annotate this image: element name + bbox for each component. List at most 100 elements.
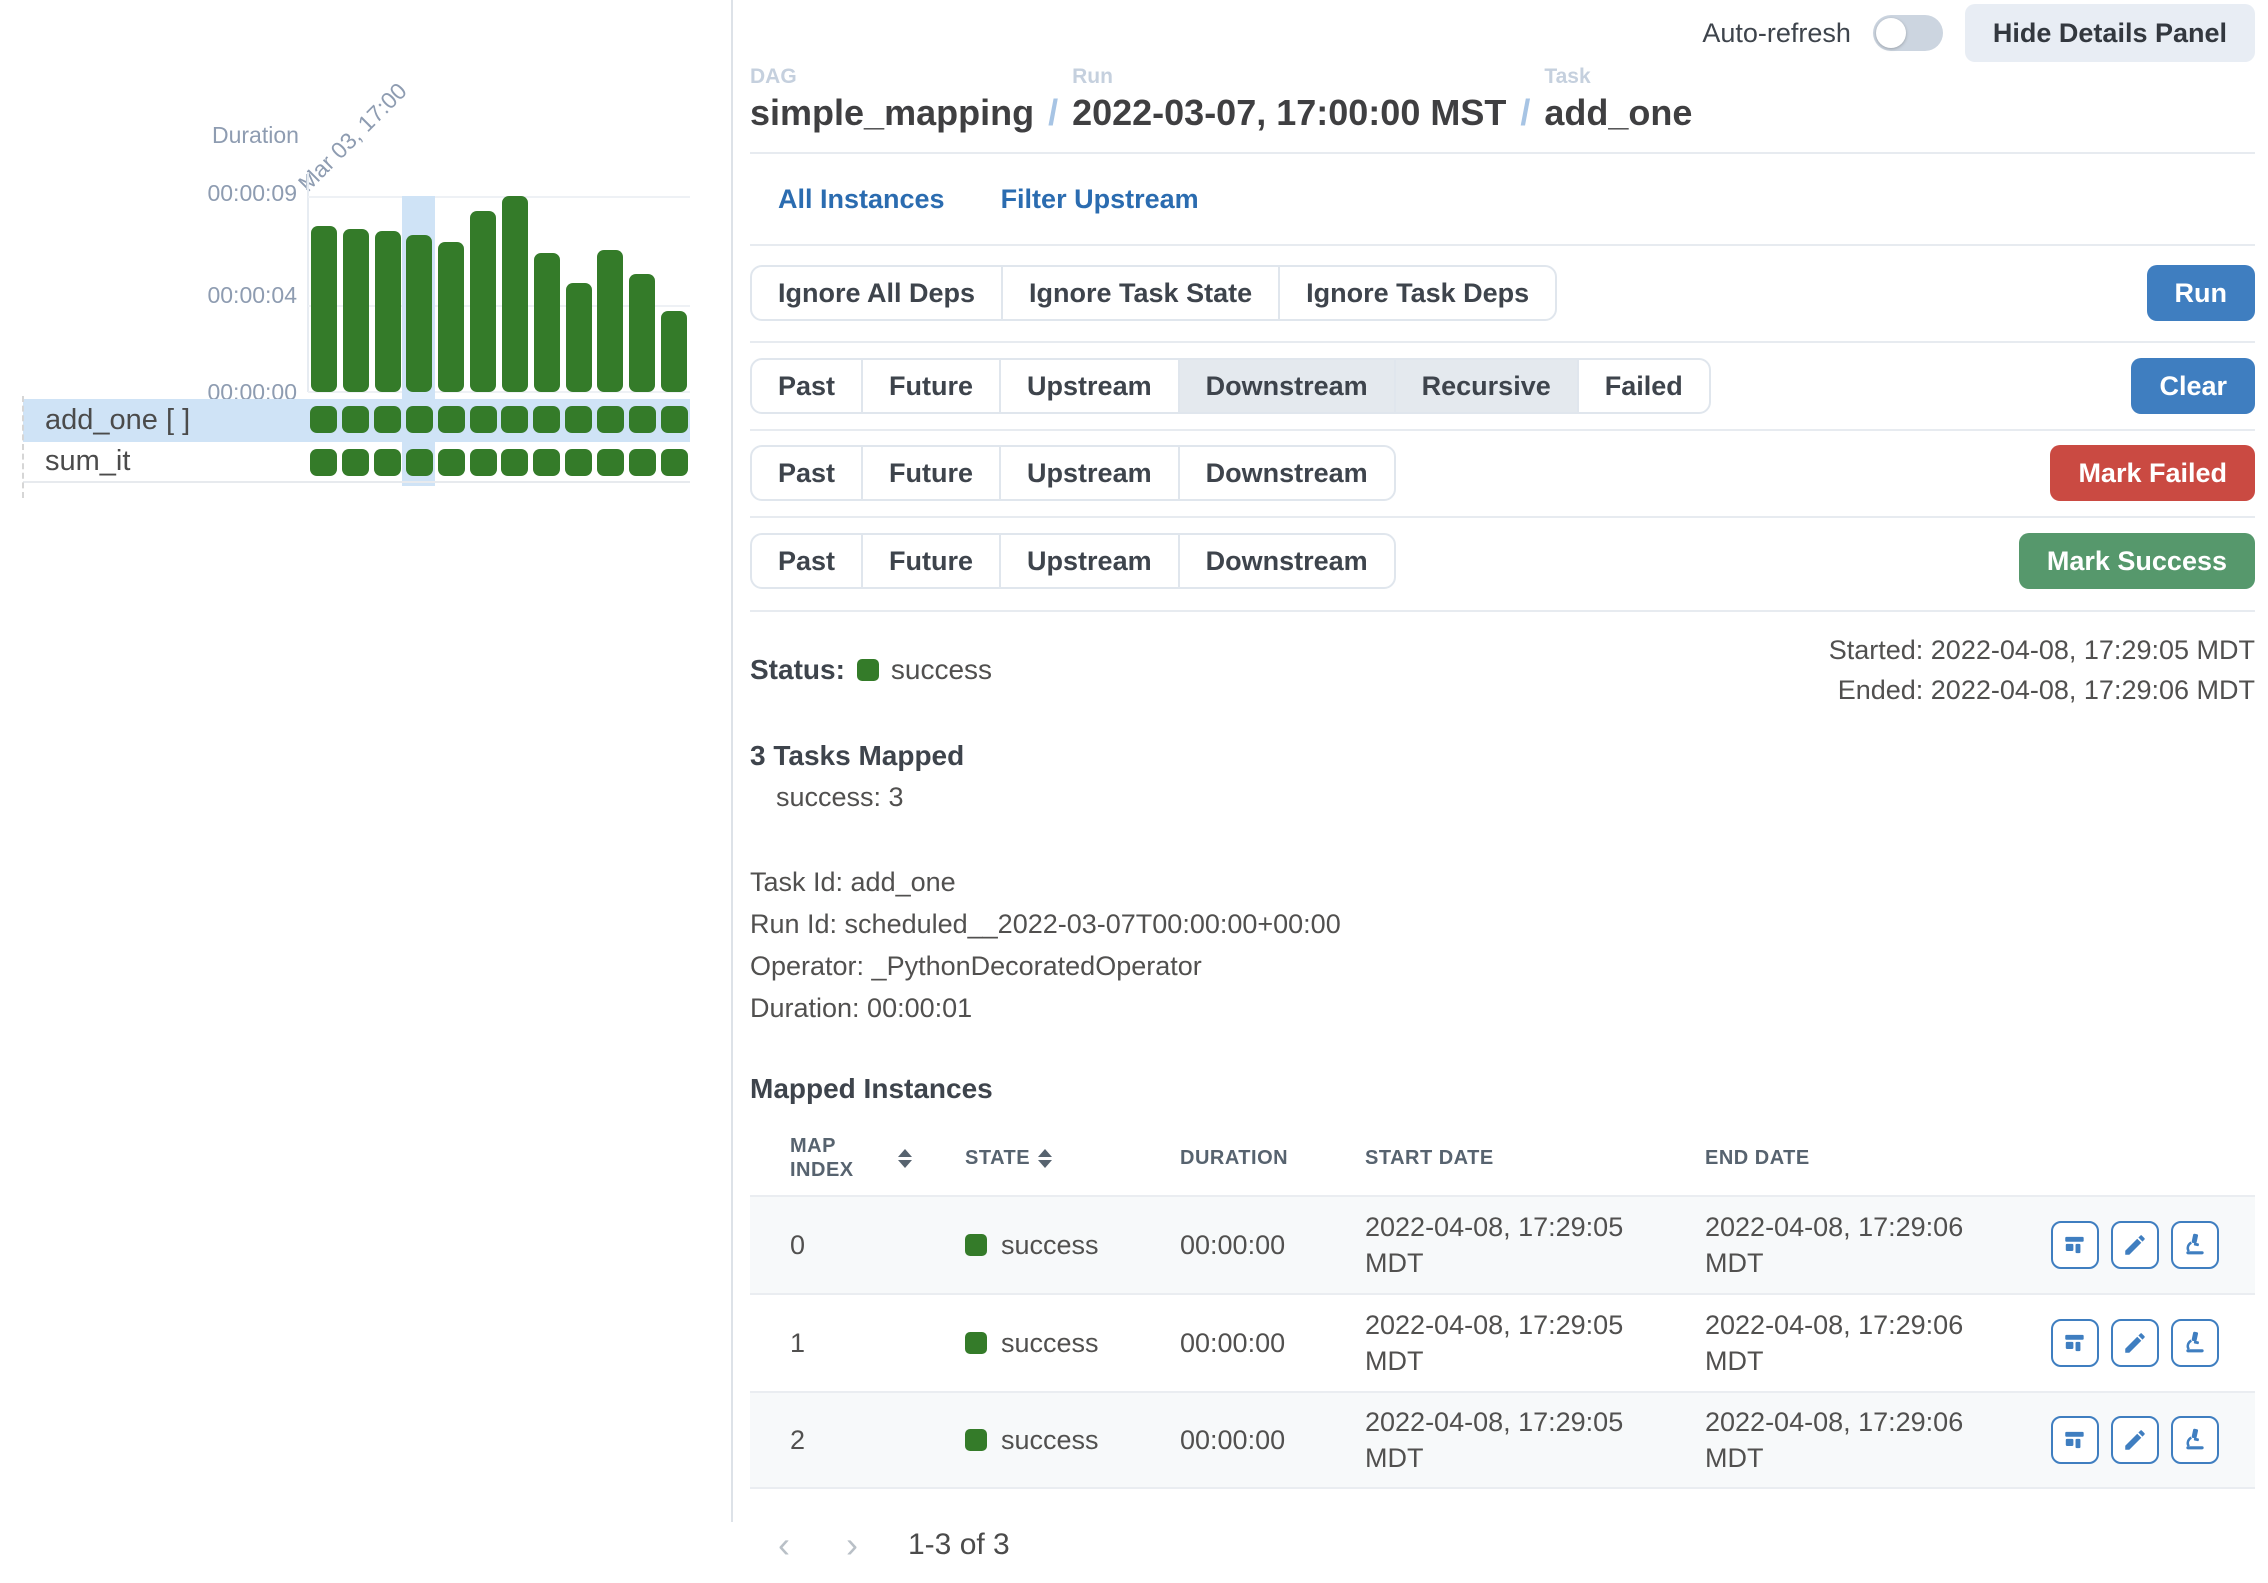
selected-run-date-label-anchor: Mar 03, 17:00 <box>312 170 454 197</box>
task-instance-square[interactable] <box>310 406 337 433</box>
microscope-icon <box>2182 1330 2208 1356</box>
task-instance-square[interactable] <box>661 406 688 433</box>
rendered-templates-button[interactable] <box>2111 1416 2159 1464</box>
logs-button[interactable] <box>2171 1221 2219 1269</box>
breadcrumb-dag[interactable]: DAG simple_mapping <box>750 64 1034 136</box>
task-instance-square[interactable] <box>501 406 528 433</box>
end-date-cell: 2022-04-08, 17:29:06 MDT <box>1665 1209 1985 1281</box>
duration-bar-column[interactable] <box>340 196 372 392</box>
hide-details-panel-button[interactable]: Hide Details Panel <box>1965 4 2255 62</box>
duration-bar[interactable] <box>534 253 560 392</box>
instance-details-button[interactable] <box>2051 1416 2099 1464</box>
duration-bar-column[interactable] <box>531 196 563 392</box>
task-instance-square[interactable] <box>438 406 465 433</box>
filter-button-ignore-task-deps[interactable]: Ignore Task Deps <box>1278 265 1557 321</box>
instance-details-button[interactable] <box>2051 1221 2099 1269</box>
filter-button-past[interactable]: Past <box>750 445 863 501</box>
task-instance-square[interactable] <box>438 449 465 476</box>
logs-button[interactable] <box>2171 1416 2219 1464</box>
column-header-map-index[interactable]: MAP INDEX <box>750 1134 925 1182</box>
duration-bar[interactable] <box>661 311 687 392</box>
task-instance-square[interactable] <box>374 406 401 433</box>
duration-bar-column[interactable] <box>563 196 595 392</box>
duration-bar[interactable] <box>311 226 337 392</box>
filter-button-upstream[interactable]: Upstream <box>999 358 1180 414</box>
task-instance-square[interactable] <box>406 406 433 433</box>
duration-bar-column[interactable] <box>403 196 435 392</box>
filter-button-downstream[interactable]: Downstream <box>1178 445 1396 501</box>
duration-cell: 00:00:00 <box>1140 1425 1325 1456</box>
filter-button-upstream[interactable]: Upstream <box>999 445 1180 501</box>
duration-bar[interactable] <box>629 274 655 392</box>
rendered-templates-button[interactable] <box>2111 1221 2159 1269</box>
filter-button-ignore-task-state[interactable]: Ignore Task State <box>1001 265 1280 321</box>
duration-bar-column[interactable] <box>372 196 404 392</box>
task-instance-square[interactable] <box>470 406 497 433</box>
mark-failed-button[interactable]: Mark Failed <box>2050 445 2255 501</box>
column-header-end-date: END DATE <box>1665 1146 1985 1170</box>
filter-button-future[interactable]: Future <box>861 445 1001 501</box>
duration-bar[interactable] <box>566 283 592 392</box>
duration-bar-column[interactable] <box>626 196 658 392</box>
task-instance-square[interactable] <box>342 406 369 433</box>
filter-button-future[interactable]: Future <box>861 533 1001 589</box>
task-instance-square[interactable] <box>501 449 528 476</box>
rendered-templates-button[interactable] <box>2111 1319 2159 1367</box>
mark-success-action-row: PastFutureUpstreamDownstream Mark Succes… <box>750 518 2255 612</box>
filter-button-recursive[interactable]: Recursive <box>1394 358 1579 414</box>
duration-bar[interactable] <box>470 211 496 392</box>
breadcrumb-task[interactable]: Task add_one <box>1544 64 1692 136</box>
duration-bar[interactable] <box>597 250 623 392</box>
clear-button[interactable]: Clear <box>2131 358 2255 414</box>
task-instance-square[interactable] <box>310 449 337 476</box>
filter-button-past[interactable]: Past <box>750 358 863 414</box>
task-instance-square[interactable] <box>629 449 656 476</box>
duration-bar[interactable] <box>343 229 369 392</box>
task-instance-square[interactable] <box>374 449 401 476</box>
run-button[interactable]: Run <box>2147 265 2255 321</box>
filter-button-past[interactable]: Past <box>750 533 863 589</box>
duration-bar[interactable] <box>502 196 528 392</box>
breadcrumb-run-value[interactable]: 2022-03-07, 17:00:00 MST <box>1072 90 1506 136</box>
duration-bar-column[interactable] <box>467 196 499 392</box>
filter-button-upstream[interactable]: Upstream <box>999 533 1180 589</box>
breadcrumb-run[interactable]: Run 2022-03-07, 17:00:00 MST <box>1072 64 1506 136</box>
mark-success-button[interactable]: Mark Success <box>2019 533 2255 589</box>
task-instance-square[interactable] <box>533 406 560 433</box>
duration-bar-column[interactable] <box>435 196 467 392</box>
task-instance-square[interactable] <box>629 406 656 433</box>
filter-button-failed[interactable]: Failed <box>1577 358 1711 414</box>
task-instance-square[interactable] <box>470 449 497 476</box>
task-instance-square[interactable] <box>565 449 592 476</box>
duration-bar-column[interactable] <box>308 196 340 392</box>
column-header-state[interactable]: STATE <box>925 1146 1140 1170</box>
filter-button-ignore-all-deps[interactable]: Ignore All Deps <box>750 265 1003 321</box>
auto-refresh-toggle[interactable] <box>1873 15 1943 51</box>
task-instance-square[interactable] <box>565 406 592 433</box>
duration-bar-column[interactable] <box>658 196 690 392</box>
task-instance-square[interactable] <box>661 449 688 476</box>
next-page-button[interactable]: › <box>846 1527 858 1563</box>
logs-button[interactable] <box>2171 1319 2219 1367</box>
previous-page-button[interactable]: ‹ <box>778 1527 790 1563</box>
duration-bar-column[interactable] <box>594 196 626 392</box>
instance-details-button[interactable] <box>2051 1319 2099 1367</box>
task-instance-square[interactable] <box>406 449 433 476</box>
filter-button-downstream[interactable]: Downstream <box>1178 358 1396 414</box>
breadcrumb-task-value[interactable]: add_one <box>1544 90 1692 136</box>
tab-filter-upstream[interactable]: Filter Upstream <box>1001 184 1199 215</box>
task-instance-square[interactable] <box>342 449 369 476</box>
duration-bar[interactable] <box>406 235 432 392</box>
tab-all-instances[interactable]: All Instances <box>778 184 945 215</box>
duration-bar[interactable] <box>375 231 401 392</box>
mark-failed-action-row: PastFutureUpstreamDownstream Mark Failed <box>750 431 2255 518</box>
breadcrumb-dag-value[interactable]: simple_mapping <box>750 90 1034 136</box>
filter-button-future[interactable]: Future <box>861 358 1001 414</box>
task-instance-square[interactable] <box>597 449 624 476</box>
filter-button-downstream[interactable]: Downstream <box>1178 533 1396 589</box>
duration-bar-column[interactable] <box>499 196 531 392</box>
task-detail-line: Operator: _PythonDecoratedOperator <box>750 945 2255 987</box>
task-instance-square[interactable] <box>533 449 560 476</box>
task-instance-square[interactable] <box>597 406 624 433</box>
duration-bar[interactable] <box>438 242 464 392</box>
